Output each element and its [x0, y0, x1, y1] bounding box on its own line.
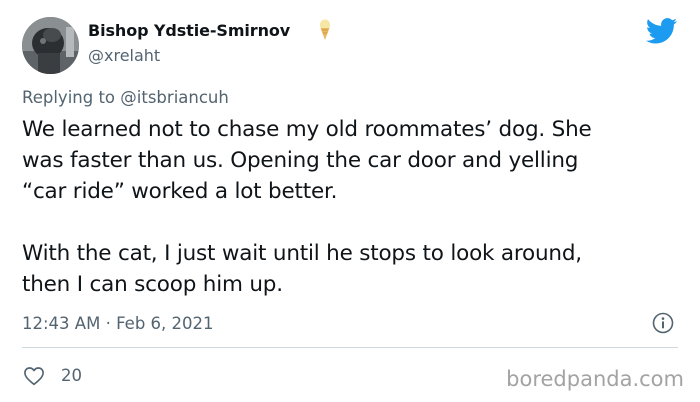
tweet-text-line: “car ride” worked a lot better. [22, 179, 338, 204]
author-name[interactable]: Bishop Ydstie-Smirnov [88, 21, 290, 40]
twitter-bird-icon[interactable] [645, 18, 678, 44]
tweet-date: Feb 6, 2021 [116, 314, 214, 333]
reply-prefix: Replying to [22, 88, 116, 107]
tweet-text-line: We learned not to chase my old roommates… [22, 117, 592, 142]
timestamp-separator: · [105, 314, 111, 333]
heart-icon[interactable] [23, 366, 45, 386]
tweet-text-line: was faster than us. Opening the car door… [22, 148, 579, 173]
author-handle[interactable]: @xrelaht [88, 46, 160, 65]
tweet-body: We learned not to chase my old roommates… [22, 114, 687, 300]
tweet-timestamp[interactable]: 12:43 AM · Feb 6, 2021 [22, 314, 214, 333]
ice-cream-icon [319, 19, 331, 45]
like-count: 20 [61, 366, 82, 385]
tweet-text-line: With the cat, I just wait until he stops… [22, 241, 582, 266]
reply-mention-link[interactable]: @itsbriancuh [120, 88, 229, 107]
avatar[interactable] [22, 17, 79, 74]
divider [22, 347, 678, 348]
info-icon[interactable] [651, 311, 675, 335]
tweet-time: 12:43 AM [22, 314, 101, 333]
watermark: boredpanda.com [506, 367, 684, 391]
reply-context: Replying to @itsbriancuh [22, 88, 229, 107]
tweet-text-line: then I can scoop him up. [22, 272, 283, 297]
